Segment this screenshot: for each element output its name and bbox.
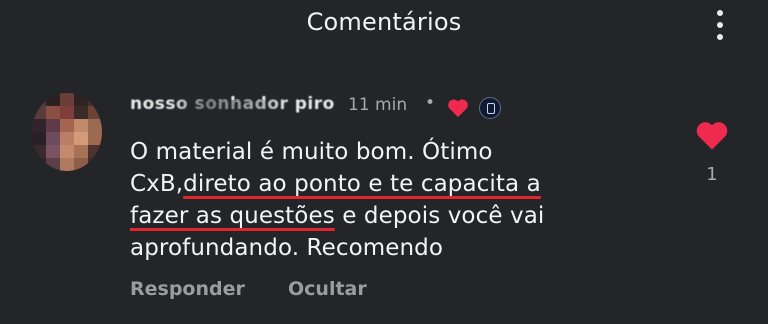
comment-line: CxB,direto ao ponto e te capacita a: [130, 168, 650, 200]
like-button[interactable]: 1: [690, 120, 734, 190]
comment-text-segment: aprofundando. Recomendo: [130, 235, 444, 261]
comments-header: Comentários: [0, 0, 768, 48]
creator-avatar-icon: [479, 97, 501, 119]
menu-dot: [717, 22, 723, 28]
pixelated-avatar-image: [32, 93, 102, 171]
username-blur-mask: [170, 100, 290, 112]
comment-text-segment: CxB,: [130, 171, 184, 197]
meta-separator: •: [425, 93, 436, 113]
avatar[interactable]: [32, 93, 102, 171]
underlined-text-segment: fazer as questões: [130, 203, 335, 229]
hide-button[interactable]: Ocultar: [288, 278, 367, 300]
comment-line: aprofundando. Recomendo: [130, 232, 650, 264]
underlined-text-segment: direto ao ponto e te capacita a: [183, 171, 541, 197]
comment-time: 11 min: [348, 95, 408, 115]
comment-text-segment: O material é muito bom. Ótimo: [130, 139, 493, 165]
page-title: Comentários: [306, 8, 462, 36]
reply-button[interactable]: Responder: [130, 278, 245, 300]
heart-icon: [696, 122, 728, 150]
menu-dot: [717, 34, 723, 40]
creator-heart-icon: [448, 99, 468, 118]
comment-body: O material é muito bom. Ótimo CxB,direto…: [130, 136, 650, 264]
comment-line: fazer as questões e depois você vai: [130, 200, 650, 232]
comment-text-segment: e depois você vai: [334, 203, 545, 229]
like-count: 1: [706, 164, 718, 185]
menu-dot: [717, 10, 723, 16]
more-options-icon[interactable]: [707, 6, 733, 44]
comment-line: O material é muito bom. Ótimo: [130, 136, 650, 168]
